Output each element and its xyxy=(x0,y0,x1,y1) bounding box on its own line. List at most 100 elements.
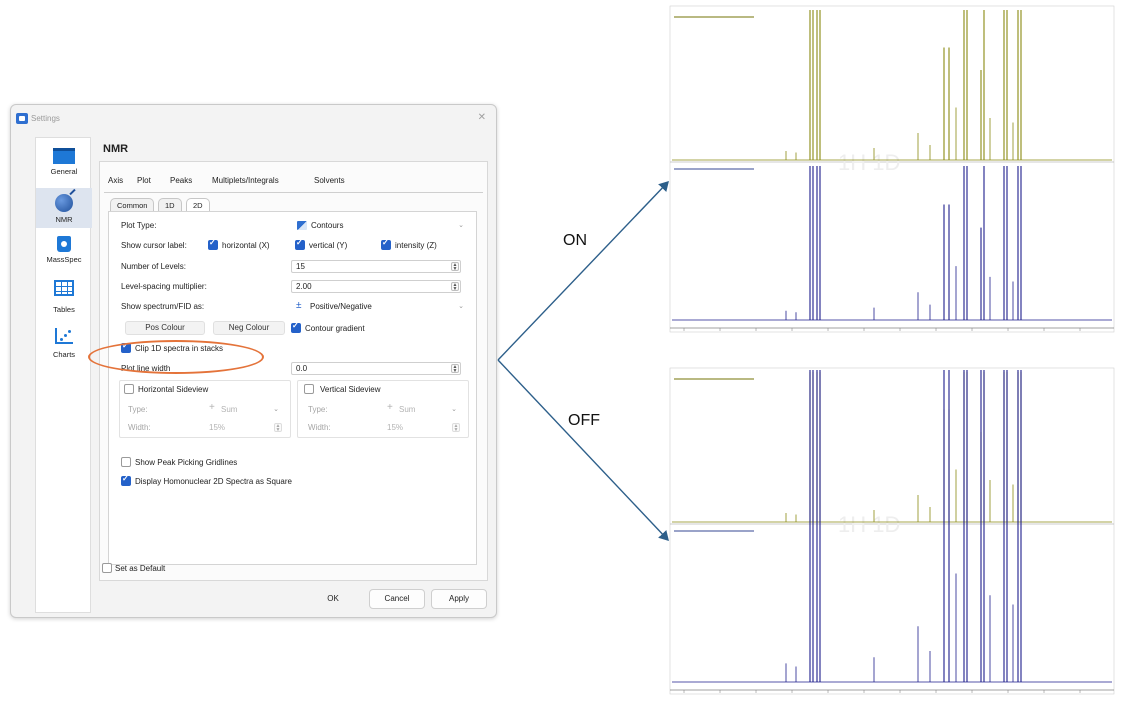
apply-button[interactable]: Apply xyxy=(431,589,487,609)
show-as-label: Show spectrum/FID as: xyxy=(121,302,205,311)
off-label: OFF xyxy=(568,412,600,429)
intensity-checkbox-label: intensity (Z) xyxy=(395,241,437,250)
cursor-label-label: Show cursor label: xyxy=(121,241,187,250)
plot-2d-options: Plot Type: Contours ⌄ Show cursor label:… xyxy=(108,211,477,565)
arrow-to-off xyxy=(497,359,669,542)
horizontal-checkbox-label: horizontal (X) xyxy=(222,241,270,250)
contours-icon xyxy=(297,221,307,230)
tab-multiplets-integrals[interactable]: Multiplets/Integrals xyxy=(212,176,279,185)
stacked-spectra-unclipped: 1H 1D xyxy=(669,367,1115,695)
tables-icon xyxy=(54,280,74,296)
v-type-select[interactable]: + Sum ⌄ xyxy=(382,402,462,416)
horizontal-checkbox[interactable] xyxy=(208,238,218,250)
vertical-checkbox-label: vertical (Y) xyxy=(309,241,348,250)
v-width-label: Width: xyxy=(308,423,331,432)
close-icon[interactable]: ✕ xyxy=(478,112,486,123)
sidebar-item-nmr[interactable]: NMR xyxy=(36,188,92,228)
pos-colour-button[interactable]: Pos Colour xyxy=(125,321,205,335)
sidebar-item-label: NMR xyxy=(55,215,73,224)
chevron-down-icon: ⌄ xyxy=(451,406,457,413)
spacing-label: Level-spacing multiplier: xyxy=(121,282,207,291)
trace-caption xyxy=(674,16,754,18)
spin-arrows-icon[interactable]: ▲ ▼ xyxy=(452,423,460,433)
tab-peaks[interactable]: Peaks xyxy=(170,176,192,185)
sidebar-item-label: MassSpec xyxy=(46,255,82,264)
plot-type-value: Contours xyxy=(311,221,344,230)
spacing-spinbox[interactable]: 2.00 ▲ ▼ xyxy=(291,280,461,293)
h-width-spinbox[interactable]: 15% ▲ ▼ xyxy=(204,421,284,434)
spin-arrows-icon[interactable]: ▲ ▼ xyxy=(451,282,459,292)
tab-solvents[interactable]: Solvents xyxy=(314,176,345,185)
h-type-value: Sum xyxy=(221,405,238,414)
set-default-label: Set as Default xyxy=(115,564,166,573)
sum-icon: + xyxy=(387,402,393,413)
contour-gradient-label: Contour gradient xyxy=(305,324,365,333)
general-icon xyxy=(53,148,75,164)
tab-plot[interactable]: Plot xyxy=(137,176,151,186)
set-default-checkbox[interactable] xyxy=(102,563,112,573)
subtab-1d[interactable]: 1D xyxy=(158,198,182,211)
section-title: NMR xyxy=(103,143,129,155)
v-width-value: 15% xyxy=(387,423,404,432)
plot-type-label: Plot Type: xyxy=(121,221,157,230)
h-width-value: 15% xyxy=(209,423,226,432)
h-width-label: Width: xyxy=(128,423,151,432)
massspec-icon xyxy=(57,236,71,252)
intensity-checkbox[interactable] xyxy=(381,238,391,250)
watermark-text: 1H 1D xyxy=(838,150,900,175)
plot-type-select[interactable]: Contours ⌄ xyxy=(291,219,469,232)
nmr-icon xyxy=(55,194,73,212)
annotation-arrows xyxy=(497,180,669,542)
watermark-text: 1H 1D xyxy=(838,512,900,537)
category-sidebar: General NMR MassSpec Tables Charts xyxy=(35,137,92,613)
subtab-2d[interactable]: 2D xyxy=(186,198,210,211)
arrow-to-on xyxy=(497,180,669,361)
levels-value: 15 xyxy=(296,262,305,271)
sidebar-item-massspec[interactable]: MassSpec xyxy=(36,236,92,270)
spectrum-on: 1H 1D xyxy=(668,4,1126,342)
v-type-label: Type: xyxy=(308,405,328,414)
levels-label: Number of Levels: xyxy=(121,262,186,271)
contour-gradient-checkbox[interactable] xyxy=(291,321,301,333)
sidebar-item-general[interactable]: General xyxy=(36,148,92,182)
sidebar-item-tables[interactable]: Tables xyxy=(36,280,92,314)
spin-arrows-icon[interactable]: ▲ ▼ xyxy=(451,262,459,272)
spacing-value: 2.00 xyxy=(296,282,312,291)
vertical-sideview-label: Vertical Sideview xyxy=(320,385,381,394)
horizontal-sideview-group: Horizontal Sideview Type: + Sum ⌄ Width:… xyxy=(119,380,291,438)
chevron-down-icon: ⌄ xyxy=(458,303,464,310)
peak-gridlines-checkbox[interactable] xyxy=(121,457,131,467)
on-label: ON xyxy=(563,232,587,249)
levels-spinbox[interactable]: 15 ▲ ▼ xyxy=(291,260,461,273)
plus-minus-icon: ± xyxy=(296,300,302,311)
vertical-checkbox[interactable] xyxy=(295,238,305,250)
neg-colour-button[interactable]: Neg Colour xyxy=(213,321,285,335)
tab-divider xyxy=(104,192,483,193)
spin-arrows-icon[interactable]: ▲ ▼ xyxy=(274,423,282,433)
spectrum-off: 1H 1D xyxy=(668,366,1126,704)
vertical-sideview-checkbox[interactable] xyxy=(304,384,314,394)
subtab-common[interactable]: Common xyxy=(110,198,155,211)
horizontal-sideview-checkbox[interactable] xyxy=(124,384,134,394)
square-2d-checkbox[interactable] xyxy=(121,474,131,486)
spin-arrows-icon[interactable]: ▲ ▼ xyxy=(451,364,459,374)
sidebar-item-label: Charts xyxy=(52,350,76,359)
sidebar-item-label: General xyxy=(50,167,78,176)
cancel-button[interactable]: Cancel xyxy=(369,589,425,609)
h-type-select[interactable]: + Sum ⌄ xyxy=(204,402,284,416)
plot-line-width-spinbox[interactable]: 0.0 ▲ ▼ xyxy=(291,362,461,375)
v-width-spinbox[interactable]: 15% ▲ ▼ xyxy=(382,421,462,434)
sidebar-item-charts[interactable]: Charts xyxy=(36,328,92,362)
sum-icon: + xyxy=(209,402,215,413)
vertical-sideview-group: Vertical Sideview Type: + Sum ⌄ Width: 1… xyxy=(297,380,469,438)
ok-button[interactable]: OK xyxy=(311,589,355,609)
show-as-select[interactable]: ± Positive/Negative ⌄ xyxy=(291,300,469,313)
tab-axis[interactable]: Axis xyxy=(108,176,123,185)
peak-gridlines-label: Show Peak Picking Gridlines xyxy=(135,458,238,467)
show-as-value: Positive/Negative xyxy=(310,302,372,311)
chevron-down-icon: ⌄ xyxy=(458,222,464,229)
title-bar: Settings ✕ xyxy=(11,105,496,133)
charts-icon xyxy=(55,328,73,344)
plot-line-width-value: 0.0 xyxy=(296,364,308,373)
sidebar-item-label: Tables xyxy=(53,305,75,314)
